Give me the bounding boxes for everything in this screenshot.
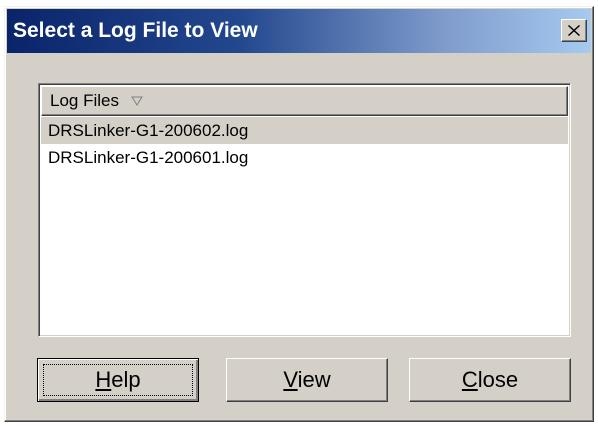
focus-rectangle [43,364,193,396]
title-close-button[interactable] [561,19,587,42]
view-button-label: View [283,367,330,393]
list-rows: DRSLinker-G1-200602.log DRSLinker-G1-200… [41,117,568,171]
list-item-label: DRSLinker-G1-200602.log [48,121,249,140]
log-files-list[interactable]: Log Files DRSLinker-G1-200602.log DRSLin… [38,83,571,337]
column-header-label: Log Files [50,91,119,110]
column-header-log-files[interactable]: Log Files [41,86,568,116]
close-mnemonic: C [461,367,478,392]
close-label-rest: lose [477,367,519,392]
help-button[interactable]: Help [37,358,199,402]
view-mnemonic: V [283,367,298,392]
log-file-dialog: Select a Log File to View Log Files DRSL… [4,6,594,422]
sort-down-triangle-icon [131,96,143,106]
close-button[interactable]: Close [409,358,571,402]
close-icon [568,25,580,36]
title-bar[interactable]: Select a Log File to View [7,9,591,53]
close-button-label: Close [462,367,518,393]
view-button[interactable]: View [226,358,388,402]
list-item-label: DRSLinker-G1-200601.log [48,148,249,167]
list-item[interactable]: DRSLinker-G1-200602.log [41,117,568,144]
dialog-title: Select a Log File to View [13,19,258,42]
list-item[interactable]: DRSLinker-G1-200601.log [41,144,568,171]
view-label-rest: iew [297,367,331,392]
